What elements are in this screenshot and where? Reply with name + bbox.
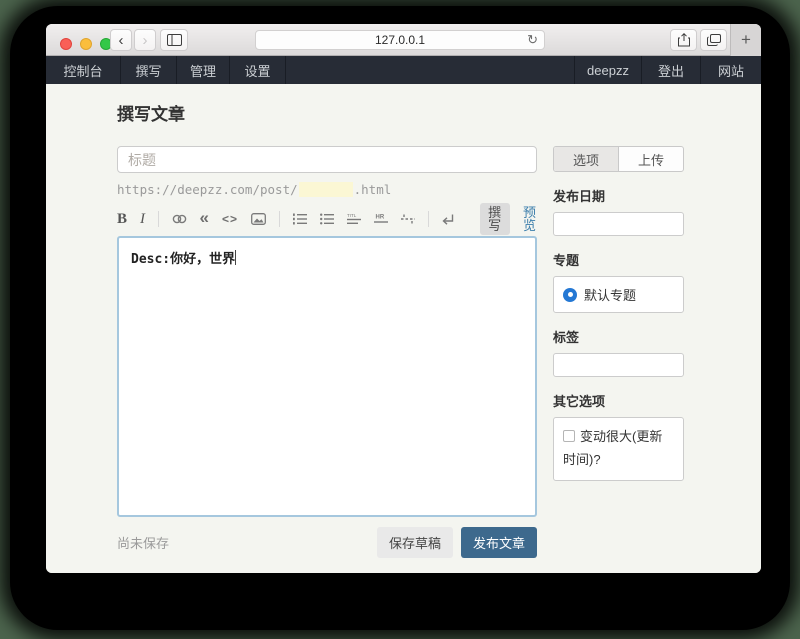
url-text: 127.0.0.1 — [375, 33, 425, 47]
back-icon: ‹ — [119, 32, 124, 49]
unordered-list-icon — [320, 213, 334, 225]
ordered-list-button[interactable] — [293, 213, 307, 225]
major-change-option[interactable]: 变动很大(更新时间)? — [563, 429, 662, 467]
other-options-box: 变动很大(更新时间)? — [553, 417, 684, 481]
undo-icon — [441, 214, 454, 225]
link-button[interactable] — [172, 214, 187, 224]
share-button[interactable] — [670, 29, 697, 51]
italic-button[interactable]: I — [140, 212, 145, 227]
undo-button[interactable] — [441, 214, 454, 225]
horizontal-rule-icon: HR — [374, 213, 388, 225]
share-icon — [678, 33, 690, 47]
heading-button[interactable]: TITL — [347, 213, 361, 225]
quote-button[interactable]: « — [200, 209, 209, 226]
topic-option-default[interactable]: 默认专题 — [563, 285, 674, 304]
post-url-preview: https://deepzz.com/post/ .html — [117, 182, 537, 197]
tabs-icon — [707, 34, 721, 46]
image-icon — [251, 213, 266, 225]
ordered-list-icon — [293, 213, 307, 225]
minimize-window-button[interactable] — [80, 38, 92, 50]
tab-upload[interactable]: 上传 — [618, 147, 683, 171]
other-options-label: 其它选项 — [553, 391, 684, 410]
nav-item-write[interactable]: 撰写 — [121, 56, 177, 84]
page-break-button[interactable] — [401, 213, 415, 225]
editor-column: https://deepzz.com/post/ .html B I « <> — [117, 146, 537, 558]
show-tabs-button[interactable] — [700, 29, 727, 51]
nav-item-username[interactable]: deepzz — [574, 56, 641, 84]
editor-footer: 尚未保存 保存草稿 发布文章 — [117, 527, 537, 558]
topic-option-label: 默认专题 — [584, 285, 636, 304]
preview-mode-tab[interactable]: 预览 — [523, 206, 537, 232]
text-caret — [235, 250, 236, 265]
refresh-icon[interactable]: ↻ — [527, 32, 538, 48]
forward-button[interactable]: › — [134, 29, 156, 51]
nav-item-dashboard[interactable]: 控制台 — [46, 56, 121, 84]
app-navbar: 控制台 撰写 管理 设置 deepzz 登出 网站 — [46, 56, 761, 84]
bold-button[interactable]: B — [117, 212, 127, 227]
svg-text:HR: HR — [375, 215, 384, 221]
sidebar-tabs: 选项 上传 — [553, 146, 684, 172]
safari-window: ‹ › 127.0.0.1 ↻ — [46, 24, 761, 573]
options-sidebar: 选项 上传 发布日期 专题 默认专题 标签 其它选项 变动很大(更新时 — [553, 146, 684, 481]
close-window-button[interactable] — [60, 38, 72, 50]
nav-item-logout[interactable]: 登出 — [641, 56, 700, 84]
major-change-label: 变动很大(更新时间)? — [563, 429, 662, 467]
nav-item-settings[interactable]: 设置 — [230, 56, 286, 84]
sidebar-icon — [167, 34, 182, 46]
nav-label: 控制台 — [63, 61, 102, 80]
new-tab-button[interactable]: + — [730, 24, 761, 56]
tags-input[interactable] — [553, 353, 684, 377]
publish-button[interactable]: 发布文章 — [461, 527, 537, 558]
nav-label: 管理 — [190, 61, 216, 80]
topic-label: 专题 — [553, 250, 684, 269]
horizontal-rule-button[interactable]: HR — [374, 213, 388, 225]
tags-label: 标签 — [553, 327, 684, 346]
editor-text: Desc:你好，世界 — [131, 252, 235, 267]
svg-text:TITL: TITL — [347, 213, 357, 218]
address-bar[interactable]: 127.0.0.1 ↻ — [255, 30, 545, 50]
link-icon — [172, 214, 187, 224]
editor-toolbar: B I « <> — [117, 207, 537, 231]
sidebar-toggle-button[interactable] — [160, 29, 188, 51]
tab-label: 选项 — [573, 150, 599, 169]
nav-item-manage[interactable]: 管理 — [177, 56, 230, 84]
code-button[interactable]: <> — [222, 213, 238, 225]
nav-label: 撰写 — [135, 61, 161, 80]
image-button[interactable] — [251, 213, 266, 225]
nav-label: 设置 — [244, 61, 270, 80]
heading-icon: TITL — [347, 213, 361, 225]
tab-label: 上传 — [638, 150, 664, 169]
content-textarea[interactable]: Desc:你好，世界 — [117, 236, 537, 517]
save-draft-button[interactable]: 保存草稿 — [377, 527, 453, 558]
nav-item-website[interactable]: 网站 — [700, 56, 761, 84]
toolbar-separator — [428, 211, 429, 227]
toolbar-separator — [279, 211, 280, 227]
page-title: 撰写文章 — [117, 100, 185, 125]
topic-box: 默认专题 — [553, 276, 684, 313]
back-button[interactable]: ‹ — [110, 29, 132, 51]
toolbar-separator — [158, 211, 159, 227]
url-slug-highlight — [299, 182, 353, 197]
nav-label: deepzz — [587, 63, 629, 78]
publish-date-label: 发布日期 — [553, 186, 684, 205]
title-input[interactable] — [117, 146, 537, 173]
radio-selected-icon[interactable] — [563, 288, 577, 302]
forward-icon: › — [143, 32, 148, 49]
navbar-spacer — [286, 56, 574, 84]
unordered-list-button[interactable] — [320, 213, 334, 225]
tab-options[interactable]: 选项 — [554, 147, 618, 171]
checkbox-unchecked-icon[interactable] — [563, 430, 575, 442]
write-mode-tab[interactable]: 撰写 — [480, 203, 510, 235]
page-break-icon — [401, 213, 415, 225]
plus-icon: + — [741, 30, 751, 50]
nav-label: 登出 — [658, 61, 684, 80]
save-status: 尚未保存 — [117, 533, 169, 552]
url-prefix: https://deepzz.com/post/ — [117, 182, 298, 197]
url-suffix: .html — [354, 182, 392, 197]
publish-date-input[interactable] — [553, 212, 684, 236]
browser-toolbar: ‹ › 127.0.0.1 ↻ — [46, 24, 761, 56]
nav-label: 网站 — [718, 61, 744, 80]
page-content: 撰写文章 https://deepzz.com/post/ .html B I — [46, 84, 761, 573]
